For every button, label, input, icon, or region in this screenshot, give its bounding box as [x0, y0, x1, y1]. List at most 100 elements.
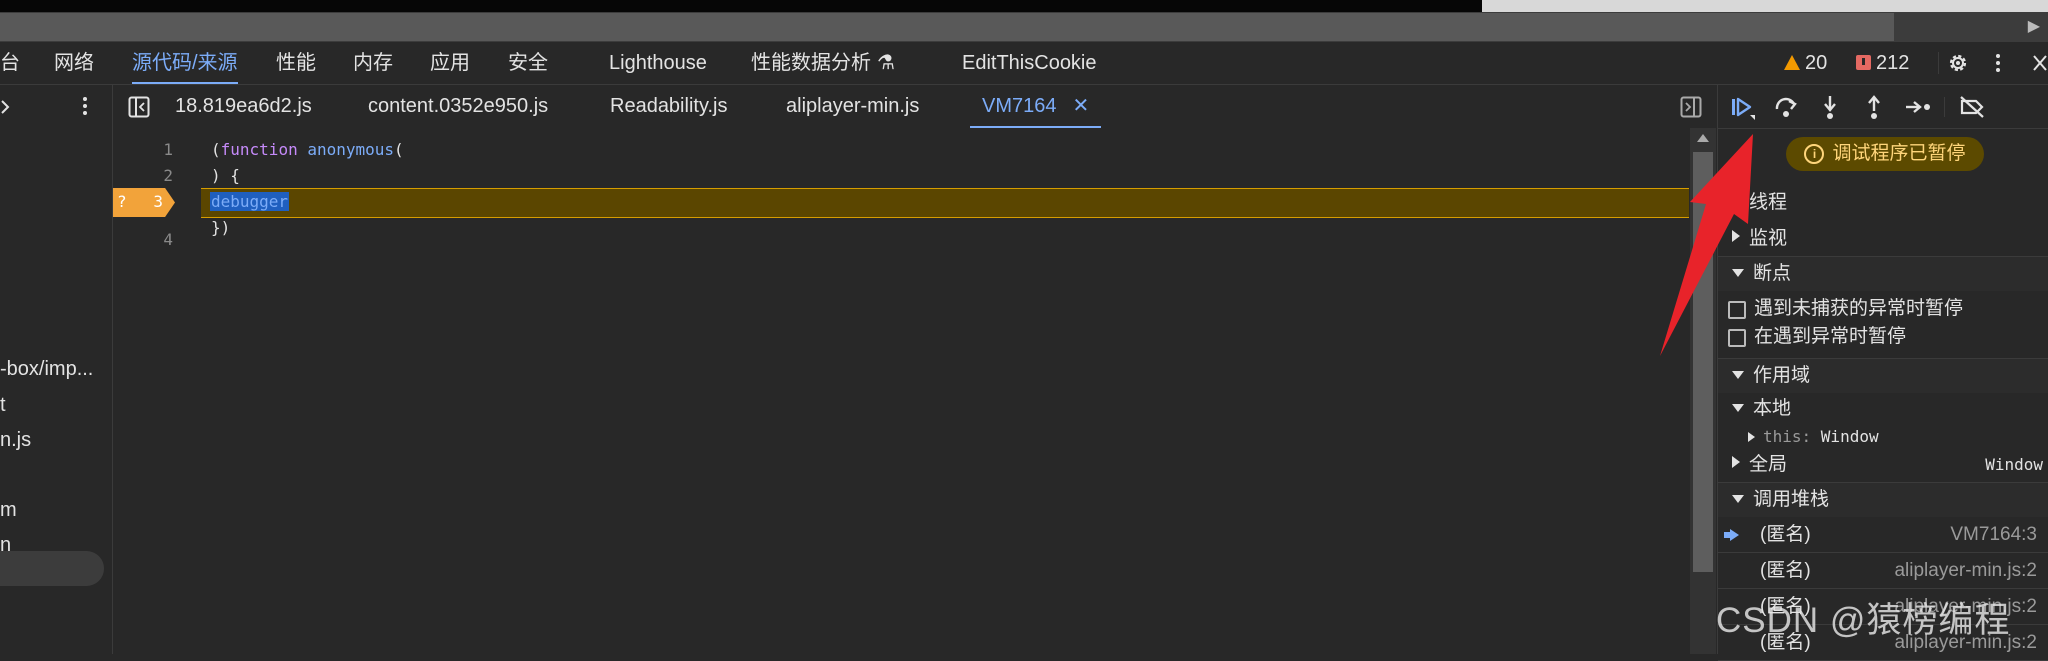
flask-icon: ⚗: [877, 52, 895, 74]
code-line-3-debugger: debugger: [210, 192, 290, 211]
tab-performance-insights-label: 性能数据分析: [751, 52, 871, 74]
scope-this-entry[interactable]: this: Window: [1718, 425, 2048, 449]
toolbar-divider: [1938, 52, 1939, 74]
paused-status-text: 调试程序已暂停: [1832, 143, 1966, 164]
code-line-1: (function anonymous(: [211, 140, 404, 159]
watermark: CSDN @猿榜编程: [1716, 601, 2011, 640]
issue-icon: [1856, 55, 1871, 70]
code-function-name: anonymous: [297, 140, 395, 159]
tab-lighthouse[interactable]: Lighthouse: [609, 42, 707, 84]
navigator-item[interactable]: m: [0, 499, 17, 522]
scope-global-value: Window: [1985, 455, 2043, 474]
paused-status-badge: i 调试程序已暂停: [1786, 137, 1984, 171]
pause-uncaught-label: 遇到未捕获的异常时暂停: [1754, 298, 1964, 319]
step-over-icon[interactable]: [1772, 93, 1800, 121]
tab-editthiscookie[interactable]: EditThisCookie: [962, 42, 1097, 84]
call-frame-location: VM7164:3: [1950, 524, 2037, 545]
navigator-more-icon[interactable]: [82, 95, 88, 117]
call-frame-current[interactable]: (匿名) VM7164:3: [1718, 517, 2048, 553]
deactivate-breakpoints-icon[interactable]: [1958, 93, 1986, 121]
section-scope[interactable]: 作用域: [1718, 358, 2048, 393]
file-tab-aliplayer[interactable]: aliplayer-min.js: [786, 85, 919, 128]
code-paren: (: [394, 140, 404, 159]
navigator-item[interactable]: n: [0, 534, 11, 557]
expand-icon: [1748, 432, 1755, 442]
tab-memory[interactable]: 内存: [353, 42, 393, 84]
scope-global-label: 全局: [1749, 454, 1788, 475]
navigator-item[interactable]: t: [0, 394, 6, 417]
devtools-panel-tabs: 台 网络 源代码/来源 性能 内存 应用 安全 Lighthouse 性能数据分…: [0, 42, 2048, 85]
section-scope-label: 作用域: [1753, 365, 1811, 386]
issues-count: 212: [1876, 52, 1910, 74]
call-frame-location: aliplayer-min.js:2: [1894, 560, 2037, 581]
toolbar-divider: [1944, 97, 1945, 117]
call-frame-name: (匿名): [1760, 524, 1811, 545]
annotation-arrow-icon: [1660, 134, 1753, 356]
call-frame-name: (匿名): [1760, 560, 1811, 581]
toggle-debugger-icon[interactable]: [1680, 96, 1702, 118]
navigator-chevron-icon[interactable]: [0, 97, 10, 117]
editor-file-tabs: 18.819ea6d2.js content.0352e950.js Reada…: [0, 85, 1716, 129]
tab-network[interactable]: 网络: [54, 42, 94, 84]
horizontal-scrollbar-thumb[interactable]: [0, 13, 1894, 41]
warnings-count: 20: [1805, 52, 1828, 74]
collapse-icon: [1732, 495, 1744, 503]
file-tab-readability[interactable]: Readability.js: [610, 85, 727, 128]
section-call-stack[interactable]: 调用堆栈: [1718, 482, 2048, 517]
code-keyword: function: [220, 140, 298, 159]
close-tab-icon[interactable]: ✕: [1073, 95, 1090, 117]
resume-execution-icon[interactable]: [1728, 93, 1756, 121]
scope-global[interactable]: 全局 Window: [1718, 451, 2048, 479]
info-icon: i: [1804, 144, 1825, 164]
collapse-icon: [1732, 371, 1744, 379]
tab-console[interactable]: 台: [0, 42, 20, 84]
toggle-navigator-icon[interactable]: [128, 96, 150, 118]
file-tab-18-819ea6d2[interactable]: 18.819ea6d2.js: [175, 85, 312, 128]
tab-performance-insights[interactable]: 性能数据分析 ⚗: [751, 42, 895, 84]
call-frame[interactable]: (匿名) aliplayer-min.js:2: [1718, 553, 2048, 589]
code-paren: (: [211, 140, 221, 159]
line-number-2: 2: [163, 166, 173, 185]
expand-icon: [1732, 456, 1740, 468]
tab-application[interactable]: 应用: [430, 42, 470, 84]
top-scrollbar-thumb[interactable]: [1482, 0, 2048, 12]
tab-security[interactable]: 安全: [508, 42, 548, 84]
navigator-divider: [112, 85, 113, 128]
window-top-strip: [0, 0, 2048, 12]
file-tab-vm7164[interactable]: VM7164 ✕: [969, 85, 1102, 128]
step-into-icon[interactable]: [1816, 93, 1844, 121]
line-number-1: 1: [163, 140, 173, 159]
current-frame-arrow-icon: [1724, 529, 1739, 541]
navigator-selection: [0, 551, 104, 586]
close-devtools-icon[interactable]: [2032, 54, 2048, 72]
scope-this-value: Window: [1820, 427, 1879, 446]
tab-performance[interactable]: 性能: [276, 42, 316, 84]
paused-line-highlight: [201, 188, 1689, 218]
step-out-icon[interactable]: [1860, 93, 1888, 121]
step-icon[interactable]: [1904, 93, 1932, 121]
scope-local-label: 本地: [1753, 398, 1792, 419]
horizontal-scrollbar[interactable]: ▶: [0, 12, 2048, 42]
settings-gear-icon[interactable]: [1946, 51, 1970, 75]
file-navigator: -box/imp... t n.js m n: [0, 128, 113, 654]
more-options-icon[interactable]: [1994, 51, 2002, 75]
file-tab-vm7164-label: VM7164: [982, 95, 1057, 117]
file-tab-content[interactable]: content.0352e950.js: [368, 85, 548, 128]
issues-counter[interactable]: 212: [1856, 42, 1909, 84]
collapse-icon: [1732, 404, 1744, 412]
line-number-gutter[interactable]: [113, 128, 185, 654]
navigator-item-selected[interactable]: n.js: [0, 429, 31, 452]
warnings-counter[interactable]: 20: [1784, 42, 1827, 84]
tab-sources[interactable]: 源代码/来源: [132, 42, 238, 84]
scope-local[interactable]: 本地: [1718, 395, 2048, 423]
pause-caught-label: 在遇到异常时暂停: [1754, 326, 1907, 347]
code-line-2: ) {: [211, 166, 240, 185]
code-editor[interactable]: ? 3 1 2 4 (function anonymous( ) { debug…: [113, 128, 1690, 654]
section-call-stack-label: 调用堆栈: [1753, 489, 1830, 510]
scroll-right-icon[interactable]: ▶: [2028, 16, 2040, 36]
warning-icon: [1784, 55, 1800, 70]
line-number-4: 4: [163, 230, 173, 249]
code-line-4: }): [211, 218, 231, 237]
navigator-item[interactable]: -box/imp...: [0, 358, 93, 381]
scope-this-key: this: [1763, 427, 1802, 446]
